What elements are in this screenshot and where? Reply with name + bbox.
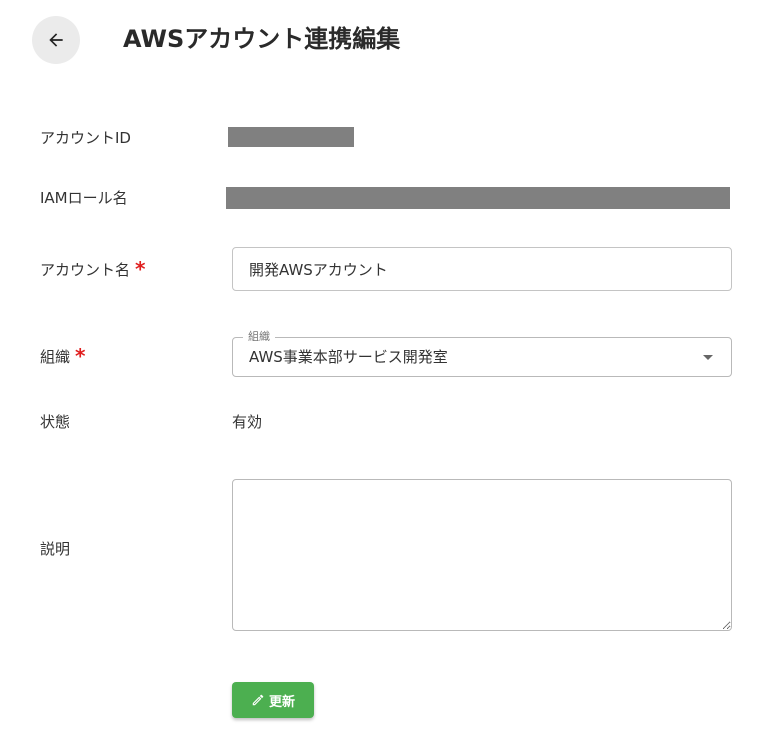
account-name-label-text: アカウント名 (40, 261, 131, 279)
account-name-input[interactable] (232, 247, 732, 291)
edit-aws-account-page: AWSアカウント連携編集 アカウントID IAMロール名 アカウント名* 組織*… (0, 0, 765, 744)
back-button[interactable] (32, 16, 80, 64)
organization-select[interactable]: 組織 AWS事業本部サービス開発室 (232, 330, 732, 377)
organization-selected-value: AWS事業本部サービス開発室 (249, 348, 448, 366)
organization-label: 組織 * (40, 345, 85, 367)
iam-role-name-label: IAMロール名 (40, 189, 128, 207)
iam-role-name-redacted-value (226, 187, 730, 209)
arrow-left-icon (49, 33, 63, 47)
page-title: AWSアカウント連携編集 (123, 25, 401, 53)
account-id-redacted-value (228, 127, 354, 147)
status-label: 状態 (40, 413, 71, 431)
description-textarea[interactable] (232, 479, 732, 631)
account-name-label: アカウント名 * (40, 258, 145, 280)
required-asterisk: * (135, 257, 146, 281)
required-asterisk: * (75, 344, 86, 368)
pencil-icon (252, 694, 264, 706)
account-id-label: アカウントID (40, 129, 131, 147)
organization-label-text: 組織 (40, 348, 71, 366)
status-value: 有効 (232, 413, 263, 431)
update-button[interactable]: 更新 (232, 682, 314, 718)
caret-down-icon (703, 355, 713, 360)
update-button-label: 更新 (268, 694, 295, 710)
organization-select-legend: 組織 (243, 330, 275, 344)
description-label: 説明 (40, 540, 71, 558)
